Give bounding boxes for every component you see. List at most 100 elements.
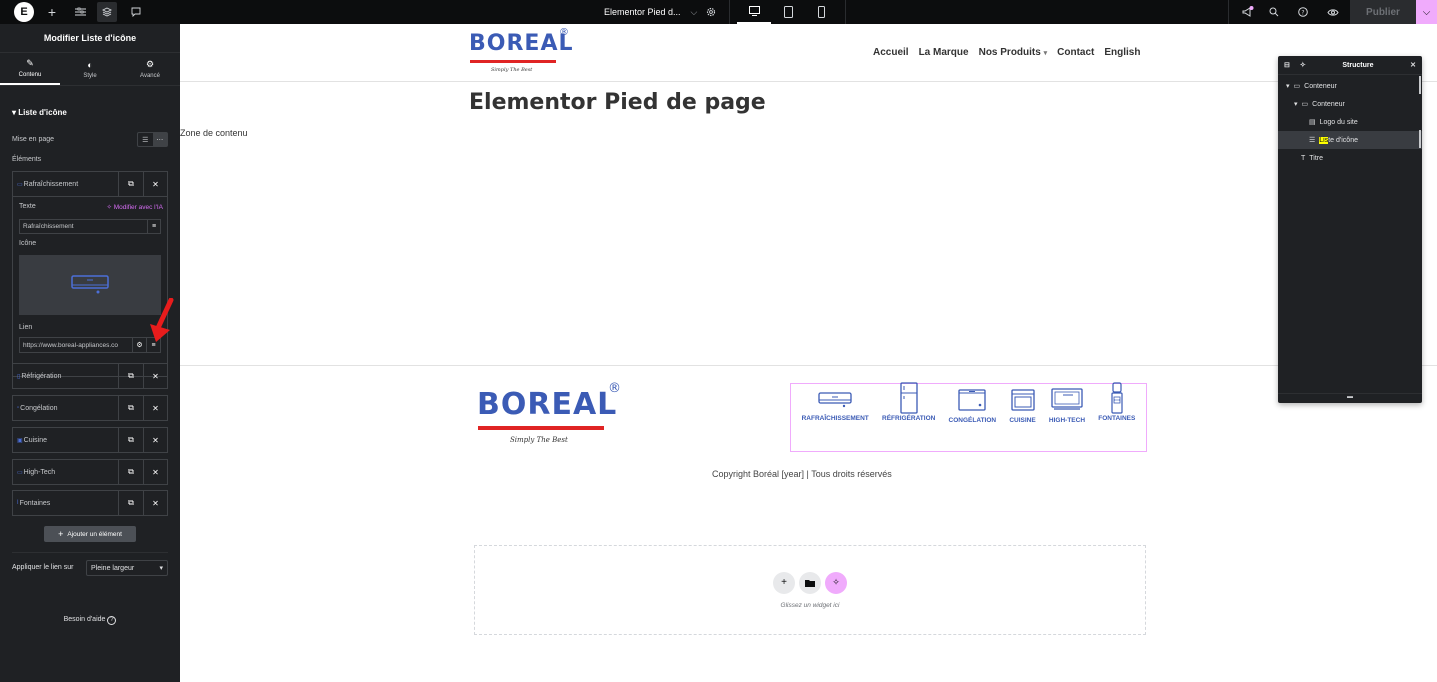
scrollbar[interactable] [1419, 76, 1421, 94]
close-icon[interactable]: ✕ [143, 491, 167, 515]
add-item-button[interactable]: + Ajouter un élément [44, 526, 136, 542]
widget-dropzone[interactable]: + ✧ Glissez un widget ici [474, 545, 1146, 635]
icon-list-item[interactable]: HIGH-TECH [1049, 386, 1085, 451]
ai-generate-button[interactable]: ✧ [825, 571, 847, 594]
icon-list-item[interactable]: RAFRAÎCHISSEMENT [802, 386, 869, 451]
link-input[interactable]: https://www.boreal-appliances.co ⚙ ≡ [19, 337, 161, 353]
water-fountain-icon: ǀ [17, 500, 19, 506]
structure-header[interactable]: ⊟ ✧ Structure ✕ [1278, 56, 1422, 75]
panel-title: Modifier Liste d'icône [43, 33, 137, 43]
add-template-button[interactable] [799, 571, 821, 594]
structure-tree-item[interactable]: T Titre [1278, 149, 1422, 167]
oven-icon [1010, 389, 1035, 411]
repeater-item-title[interactable]: ▭ High-Tech [13, 460, 119, 484]
scrollbar[interactable] [1419, 130, 1421, 148]
nav-item-contact[interactable]: Contact [1057, 47, 1094, 58]
tab-advanced[interactable]: ⚙ Avancé [120, 53, 180, 85]
duplicate-icon[interactable]: ⧉ [119, 460, 143, 484]
icon-list-item[interactable]: CUISINE [1009, 386, 1036, 451]
repeater-item-title[interactable]: ▯ Réfrigération [13, 364, 119, 388]
layout-horizontal-icon[interactable]: ⋯ [152, 133, 167, 146]
device-mobile-icon[interactable] [813, 0, 829, 24]
search-icon[interactable] [1266, 0, 1282, 24]
tab-style[interactable]: ◐ Style [60, 53, 120, 85]
structure-tree-item[interactable]: ▾ ▭ Conteneur [1278, 95, 1422, 113]
tv-icon: ▭ [17, 469, 23, 476]
section-toggle[interactable]: ▾ Liste d'icône [12, 108, 67, 117]
dynamic-tags-icon[interactable]: ≡ [147, 220, 160, 233]
icon-list-item[interactable]: CONGÉLATION [949, 386, 996, 451]
tab-label: Avancé [140, 73, 160, 79]
add-icon[interactable]: + [44, 0, 60, 24]
tab-content[interactable]: ✎ Contenu [0, 53, 60, 85]
preview-eye-icon[interactable] [1325, 0, 1341, 24]
link-value[interactable]: https://www.boreal-appliances.co [20, 338, 132, 352]
device-desktop-icon[interactable] [737, 0, 771, 24]
repeater-item[interactable]: ▯ Réfrigération ⧉ ✕ [12, 363, 168, 389]
nav-item-nos-produits[interactable]: Nos Produits ▾ [979, 47, 1048, 58]
text-label: Texte [19, 203, 36, 210]
duplicate-icon[interactable]: ⧉ [119, 428, 143, 452]
duplicate-icon[interactable]: ⧉ [119, 364, 143, 388]
repeater-item[interactable]: ▫ Congélation ⧉ ✕ [12, 395, 168, 421]
close-icon[interactable]: ✕ [143, 460, 167, 484]
repeater-item-title[interactable]: ǀ Fontaines [13, 491, 119, 515]
item-label: High-Tech [23, 468, 56, 476]
layout-vertical-icon[interactable]: ☰ [138, 133, 153, 146]
nav-item-english[interactable]: English [1104, 47, 1140, 58]
repeater-item[interactable]: ▣ Cuisine ⧉ ✕ [12, 427, 168, 453]
help-link[interactable]: Besoin d'aide ? [0, 616, 180, 625]
freezer-icon [958, 389, 986, 411]
duplicate-icon[interactable]: ⧉ [119, 396, 143, 420]
repeater-item-title[interactable]: ▫ Congélation [13, 396, 119, 420]
heading-icon: T [1301, 154, 1306, 162]
repeater-item-title[interactable]: ▣ Cuisine [13, 428, 119, 452]
whats-new-icon[interactable] [1240, 0, 1256, 24]
nav-item-accueil[interactable]: Accueil [873, 47, 909, 58]
footer-icon-list[interactable]: RAFRAÎCHISSEMENT RÉFRIGÉRATION CONGÉLATI… [790, 382, 1147, 452]
edit-with-ai-button[interactable]: ✧ Modifier avec l'IA [106, 203, 163, 211]
contrast-icon: ◐ [87, 59, 93, 70]
icon-list-item[interactable]: RÉFRIGÉRATION [882, 382, 935, 451]
icon-list-item[interactable]: FONTAINES [1098, 382, 1135, 451]
structure-icon[interactable] [97, 2, 117, 22]
divider [845, 0, 846, 24]
elementor-logo-icon[interactable]: E [14, 2, 34, 22]
document-title[interactable]: Elementor Pied d... ⌵ [604, 0, 697, 24]
logo-tagline: Simply The Best [510, 436, 568, 444]
logo-bar [478, 426, 604, 430]
page-settings-icon[interactable] [704, 0, 718, 24]
icon-list-label: CUISINE [1009, 417, 1036, 424]
link-options-gear-icon[interactable]: ⚙ [132, 338, 146, 352]
add-section-button[interactable]: + [773, 571, 795, 594]
site-settings-icon[interactable] [72, 0, 88, 24]
publish-options-chevron-icon[interactable]: ⌵ [1416, 0, 1437, 24]
structure-tree-item-selected[interactable]: ☰ Lis te d'icône [1278, 131, 1422, 149]
close-icon[interactable]: ✕ [143, 396, 167, 420]
apply-link-select[interactable]: Pleine largeur ▾ [86, 560, 168, 576]
icon-picker[interactable] [19, 255, 161, 315]
text-input[interactable]: Rafraîchissement ≡ [19, 219, 161, 234]
collapse-all-icon[interactable]: ⊟ [1284, 61, 1290, 69]
duplicate-icon[interactable]: ⧉ [119, 491, 143, 515]
structure-tree-item[interactable]: ▤ Logo du site [1278, 113, 1422, 131]
device-tablet-icon[interactable] [780, 0, 796, 24]
divider [1228, 0, 1229, 24]
repeater-item-editor: Texte ✧ Modifier avec l'IA Rafraîchissem… [12, 171, 168, 377]
container-icon: ▭ [1301, 101, 1309, 108]
resize-handle[interactable]: ▬ [1278, 393, 1422, 403]
close-icon[interactable]: ✕ [1410, 61, 1416, 69]
repeater-item[interactable]: ǀ Fontaines ⧉ ✕ [12, 490, 168, 516]
help-icon[interactable]: ? [1295, 0, 1311, 24]
repeater-item[interactable]: ▭ High-Tech ⧉ ✕ [12, 459, 168, 485]
close-icon[interactable]: ✕ [143, 364, 167, 388]
logo-text: BOREAL [477, 387, 618, 422]
text-value[interactable]: Rafraîchissement [20, 220, 147, 233]
close-icon[interactable]: ✕ [143, 428, 167, 452]
nav-item-la-marque[interactable]: La Marque [919, 47, 969, 58]
publish-button[interactable]: Publier [1350, 0, 1416, 24]
notes-icon[interactable] [128, 0, 144, 24]
divider [729, 0, 730, 24]
structure-tree-item[interactable]: ▾ ▭ Conteneur [1278, 77, 1422, 95]
dropzone-hint: Glissez un widget ici [780, 601, 840, 609]
